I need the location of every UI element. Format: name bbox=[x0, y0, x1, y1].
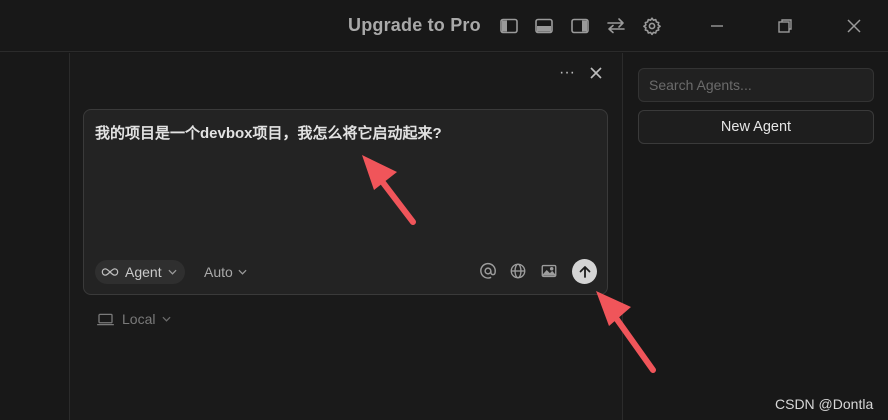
gear-icon[interactable] bbox=[640, 14, 664, 38]
agent-panel: ··· 我的项目是一个devbox项目，我怎么将它启动起来? Agent Aut… bbox=[70, 53, 622, 420]
more-options-button[interactable]: ··· bbox=[557, 63, 577, 83]
location-label: Local bbox=[122, 311, 156, 327]
mention-icon[interactable] bbox=[477, 260, 499, 282]
close-panel-icon[interactable] bbox=[586, 63, 606, 83]
left-sidebar bbox=[0, 53, 70, 420]
search-agents-input[interactable] bbox=[638, 68, 874, 102]
send-button[interactable] bbox=[572, 259, 597, 284]
location-selector[interactable]: Local bbox=[96, 308, 172, 330]
restore-icon[interactable] bbox=[773, 14, 797, 38]
toggle-right-sidebar-icon[interactable] bbox=[568, 14, 592, 38]
chat-composer[interactable]: 我的项目是一个devbox项目，我怎么将它启动起来? Agent Auto bbox=[83, 109, 608, 295]
title-bar: Upgrade to Pro bbox=[0, 0, 888, 52]
new-agent-button[interactable]: New Agent bbox=[638, 110, 874, 144]
laptop-icon bbox=[97, 313, 114, 325]
arrow-up-icon bbox=[579, 265, 590, 278]
prompt-text[interactable]: 我的项目是一个devbox项目，我怎么将它启动起来? bbox=[95, 122, 442, 143]
app-window: Upgrade to Pro ··· 我的项目是一个devbox项目，我怎么将它… bbox=[0, 0, 888, 420]
chevron-down-icon bbox=[168, 269, 177, 275]
toggle-bottom-panel-icon[interactable] bbox=[532, 14, 556, 38]
upgrade-to-pro-button[interactable]: Upgrade to Pro bbox=[348, 15, 481, 36]
model-label: Auto bbox=[204, 264, 233, 280]
chevron-down-icon bbox=[162, 316, 172, 322]
close-icon[interactable] bbox=[842, 14, 866, 38]
model-selector[interactable]: Auto bbox=[204, 260, 247, 284]
infinity-icon bbox=[101, 268, 119, 276]
watermark: CSDN @Dontla bbox=[775, 396, 874, 412]
agents-sidebar: New Agent bbox=[622, 53, 888, 420]
mode-label: Agent bbox=[125, 264, 162, 280]
globe-icon[interactable] bbox=[507, 260, 529, 282]
chevron-down-icon bbox=[238, 269, 247, 275]
mode-selector[interactable]: Agent bbox=[95, 260, 185, 284]
swap-icon[interactable] bbox=[604, 14, 628, 38]
minimize-icon[interactable] bbox=[705, 14, 729, 38]
toggle-left-sidebar-icon[interactable] bbox=[497, 14, 521, 38]
image-icon[interactable] bbox=[538, 260, 560, 282]
